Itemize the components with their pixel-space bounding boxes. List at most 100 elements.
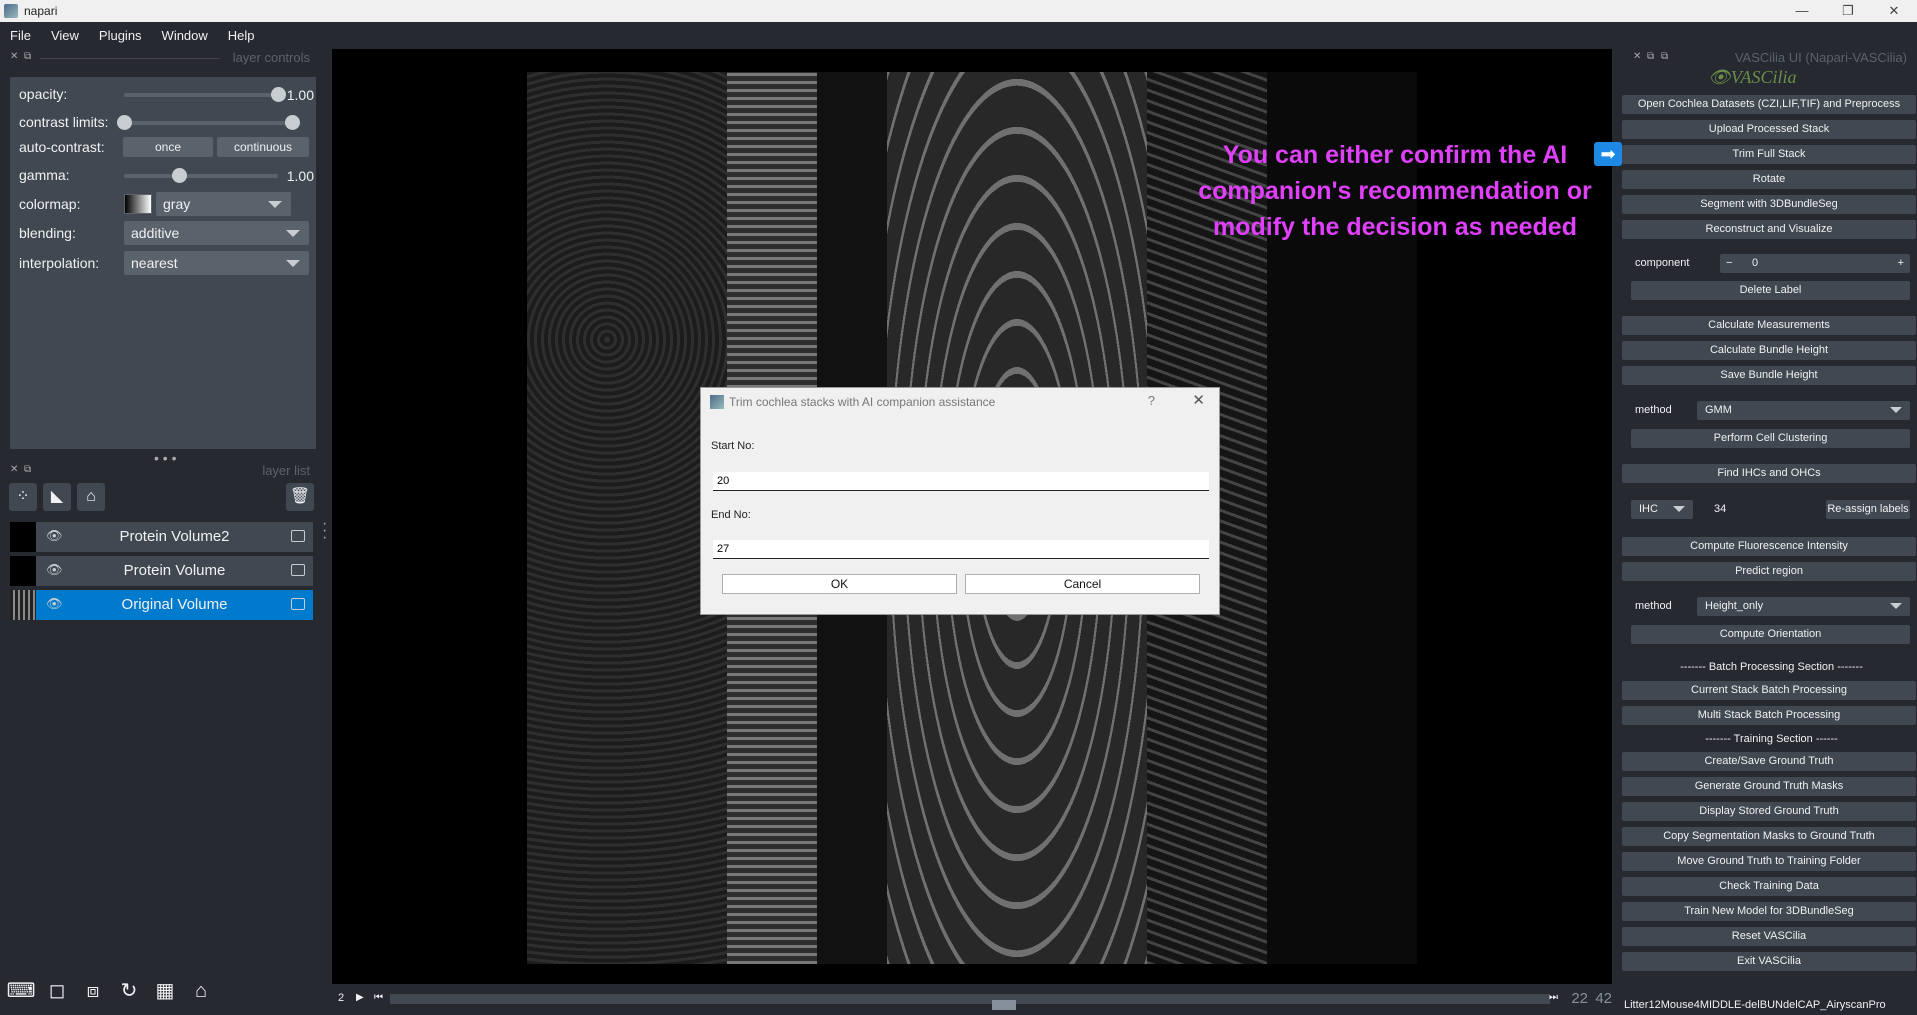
layer-thumbnail — [10, 590, 36, 620]
compute-orientation-button[interactable]: Compute Orientation — [1631, 625, 1910, 644]
multi-stack-batch-button[interactable]: Multi Stack Batch Processing — [1622, 706, 1916, 725]
end-no-input[interactable] — [713, 540, 1209, 559]
find-ihcs-button[interactable]: Find IHCs and OHCs — [1622, 464, 1916, 483]
dialog-close-icon[interactable]: ✕ — [1192, 391, 1205, 409]
3d-cube-icon[interactable]: ⧈ — [78, 976, 108, 1006]
component-spinbox[interactable]: − 0 + — [1720, 254, 1910, 273]
reset-vascilia-button[interactable]: Reset VASCilia — [1622, 927, 1916, 946]
layer-item[interactable]: 👁 Protein Volume2 — [10, 522, 313, 552]
orientation-method-select[interactable]: Height_only — [1697, 597, 1910, 616]
menu-plugins[interactable]: Plugins — [89, 28, 152, 43]
layer-controls-panel: opacity: 1.00 contrast limits: auto-cont… — [10, 77, 316, 449]
current-stack-batch-button[interactable]: Current Stack Batch Processing — [1622, 681, 1916, 700]
minus-icon[interactable]: − — [1726, 254, 1732, 273]
plugin-title: VASCilia UI (Napari-VASCilia) — [1734, 50, 1907, 65]
contrast-range-slider[interactable] — [117, 115, 300, 130]
contrast-min-thumb[interactable] — [117, 115, 132, 130]
eye-icon[interactable]: 👁 — [46, 596, 63, 612]
image-layer-icon — [291, 598, 305, 610]
calculate-measurements-button[interactable]: Calculate Measurements — [1622, 316, 1916, 335]
segment-button[interactable]: Segment with 3DBundleSeg — [1622, 195, 1916, 214]
save-bundle-height-button[interactable]: Save Bundle Height — [1622, 366, 1916, 385]
close-icon[interactable]: ✕ — [1871, 0, 1917, 22]
grid-view-icon[interactable]: ▦ — [150, 976, 180, 1006]
delete-label-button[interactable]: Delete Label — [1631, 281, 1910, 300]
roll-dims-icon[interactable]: ↻ — [114, 976, 144, 1006]
contrast-max-thumb[interactable] — [285, 115, 300, 130]
move-ground-truth-button[interactable]: Move Ground Truth to Training Folder — [1622, 852, 1916, 871]
eye-icon[interactable]: 👁 — [46, 528, 63, 544]
component-value: 0 — [1752, 257, 1759, 269]
copy-masks-button[interactable]: Copy Segmentation Masks to Ground Truth — [1622, 827, 1916, 846]
cell-type-select[interactable]: IHC — [1631, 500, 1693, 519]
start-no-input[interactable] — [713, 472, 1209, 491]
restore-icon[interactable]: ❐ — [1825, 0, 1871, 22]
rotate-button[interactable]: Rotate — [1622, 170, 1916, 189]
reconstruct-button[interactable]: Reconstruct and Visualize — [1622, 220, 1916, 239]
colormap-label: colormap: — [19, 196, 81, 212]
gamma-slider-thumb[interactable] — [172, 168, 188, 183]
dock-pin-icon[interactable]: ⧉ — [1661, 51, 1668, 62]
method-label: method — [1635, 600, 1672, 612]
training-section-title: ------- Training Section ------ — [1705, 733, 1838, 745]
dock-float-icon[interactable]: ⧉ — [1647, 51, 1654, 62]
blending-value: additive — [131, 225, 180, 241]
create-ground-truth-button[interactable]: Create/Save Ground Truth — [1622, 752, 1916, 771]
label-number-input[interactable]: 34 — [1706, 500, 1822, 519]
autocontrast-label: auto-contrast: — [19, 139, 105, 155]
blending-row: blending: additive — [10, 221, 316, 245]
new-points-layer-icon[interactable]: ⁘ — [9, 483, 37, 511]
menu-window[interactable]: Window — [152, 28, 218, 43]
console-icon[interactable]: ⌨ — [6, 976, 36, 1006]
interpolation-select[interactable]: nearest — [124, 251, 309, 275]
predict-region-button[interactable]: Predict region — [1622, 562, 1916, 581]
end-no-label: End No: — [711, 509, 751, 521]
home-icon[interactable]: ⌂ — [186, 976, 216, 1006]
opacity-slider-thumb[interactable] — [271, 87, 286, 102]
dims-slider[interactable] — [390, 994, 1550, 1010]
help-icon[interactable]: ? — [1148, 393, 1155, 408]
dock-resize-handle[interactable]: · · · — [322, 516, 327, 546]
ndisplay-square-icon[interactable]: ◻ — [42, 976, 72, 1006]
menu-help[interactable]: Help — [218, 28, 265, 43]
perform-clustering-button[interactable]: Perform Cell Clustering — [1631, 429, 1910, 448]
cancel-button[interactable]: Cancel — [965, 574, 1200, 594]
colormap-select[interactable]: gray — [156, 192, 291, 216]
clustering-method-select[interactable]: GMM — [1697, 401, 1910, 420]
step-forward-icon[interactable]: ⏭ — [1549, 992, 1558, 1003]
chevron-down-icon — [1673, 506, 1685, 512]
new-labels-layer-icon[interactable]: ⌂ — [77, 483, 105, 511]
upload-stack-button[interactable]: Upload Processed Stack — [1622, 120, 1916, 139]
reassign-labels-button[interactable]: Re-assign labels — [1826, 500, 1910, 519]
layer-item-selected[interactable]: 👁 Original Volume — [10, 590, 313, 620]
opacity-slider[interactable] — [124, 87, 286, 102]
exit-vascilia-button[interactable]: Exit VASCilia — [1622, 952, 1916, 971]
new-shapes-layer-icon[interactable]: ◣ — [43, 483, 71, 511]
menu-view[interactable]: View — [41, 28, 89, 43]
open-datasets-button[interactable]: Open Cochlea Datasets (CZI,LIF,TIF) and … — [1622, 95, 1916, 114]
layer-item[interactable]: 👁 Protein Volume — [10, 556, 313, 586]
plus-icon[interactable]: + — [1898, 254, 1904, 273]
dims-slider-handle[interactable] — [992, 1000, 1017, 1010]
annotation-callout: You can either confirm the AI companion'… — [1198, 141, 1592, 241]
train-model-button[interactable]: Train New Model for 3DBundleSeg — [1622, 902, 1916, 921]
display-ground-truth-button[interactable]: Display Stored Ground Truth — [1622, 802, 1916, 821]
eye-icon[interactable]: 👁 — [46, 562, 63, 578]
minimize-icon[interactable]: — — [1779, 0, 1825, 22]
check-training-data-button[interactable]: Check Training Data — [1622, 877, 1916, 896]
chevron-down-icon — [286, 230, 300, 237]
compute-fluorescence-button[interactable]: Compute Fluorescence Intensity — [1622, 537, 1916, 556]
delete-layer-icon[interactable]: 🗑 — [286, 483, 314, 511]
ok-button[interactable]: OK — [722, 574, 957, 594]
calculate-bundle-height-button[interactable]: Calculate Bundle Height — [1622, 341, 1916, 360]
autocontrast-continuous-button[interactable]: continuous — [217, 137, 309, 157]
gamma-slider[interactable] — [124, 168, 278, 183]
play-icon[interactable]: ▶ — [356, 992, 364, 1003]
dock-close-icon[interactable]: ✕ — [1633, 51, 1641, 62]
autocontrast-once-button[interactable]: once — [123, 137, 213, 157]
generate-masks-button[interactable]: Generate Ground Truth Masks — [1622, 777, 1916, 796]
blending-select[interactable]: additive — [124, 221, 309, 245]
step-back-icon[interactable]: ⏮ — [374, 992, 383, 1003]
menu-file[interactable]: File — [0, 28, 41, 43]
trim-stack-button[interactable]: Trim Full Stack — [1622, 145, 1916, 164]
